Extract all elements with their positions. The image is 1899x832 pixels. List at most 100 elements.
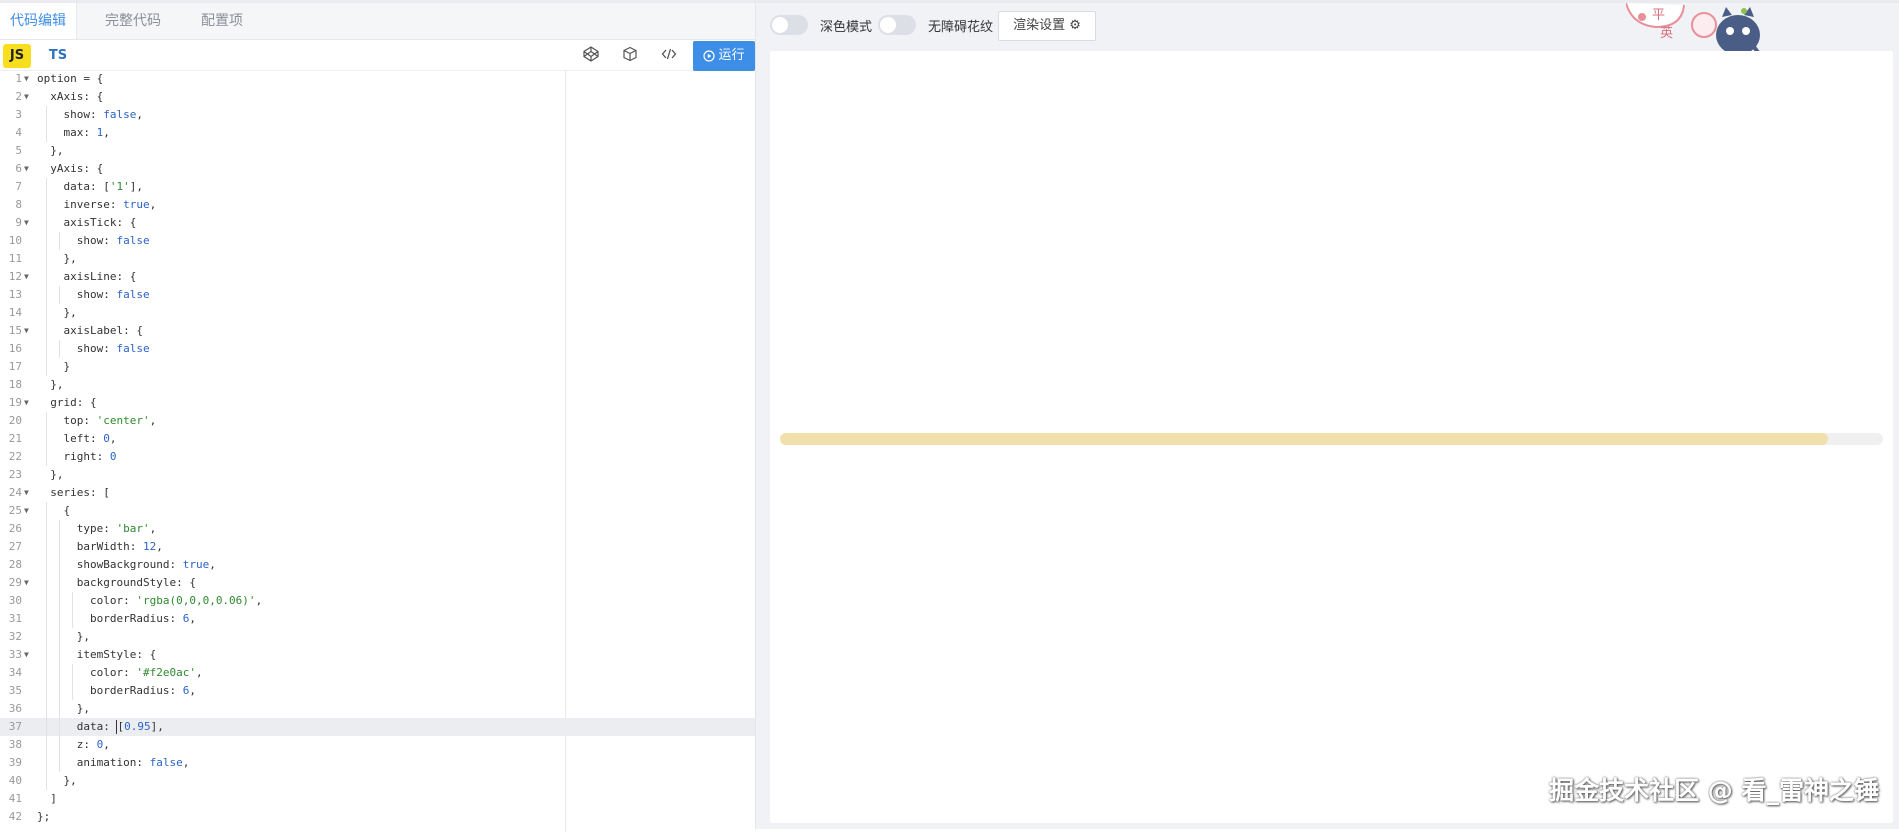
code-line[interactable]: 23 },: [0, 466, 755, 484]
code-line[interactable]: 24 ▼ series: [: [0, 484, 755, 502]
code-line[interactable]: 19 ▼ grid: {: [0, 394, 755, 412]
chart-canvas[interactable]: [770, 51, 1893, 823]
ts-language-button[interactable]: TS: [44, 44, 72, 68]
line-number: 1: [15, 72, 22, 85]
code-line[interactable]: 16 show: false: [0, 340, 755, 358]
code-text: },: [37, 252, 77, 265]
render-settings-button[interactable]: 渲染设置 ⚙: [998, 11, 1096, 41]
tab-full-code[interactable]: 完整代码: [95, 3, 171, 39]
code-text: },: [37, 702, 90, 715]
code-text: },: [37, 630, 90, 643]
code-editor[interactable]: 1 ▼ option = {2 ▼ xAxis: {3 show: false, 4 m…: [0, 70, 755, 832]
code-line[interactable]: 37 data: [0.95],: [0, 718, 755, 736]
line-number: 41: [8, 792, 22, 805]
fold-toggle-icon[interactable]: ▼: [24, 214, 29, 232]
code-line[interactable]: 39 animation: false,: [0, 754, 755, 772]
fold-toggle-icon[interactable]: ▼: [24, 70, 29, 88]
code-line[interactable]: 8 inverse: true,: [0, 196, 755, 214]
fold-toggle-icon[interactable]: ▼: [24, 322, 29, 340]
code-text: type: 'bar',: [37, 522, 157, 535]
code-line[interactable]: 3 show: false,: [0, 106, 755, 124]
editor-panel: 代码编辑 完整代码 配置项 JS TS 运行 1 ▼ option = {2 ▼ xA…: [0, 3, 756, 832]
code-line[interactable]: 36 },: [0, 700, 755, 718]
editor-toolbar: JS TS 运行: [0, 40, 755, 71]
code-line[interactable]: 15 ▼ axisLabel: {: [0, 322, 755, 340]
line-number: 31: [8, 612, 22, 625]
fold-toggle-icon[interactable]: ▼: [24, 502, 29, 520]
tab-config-options[interactable]: 配置项: [191, 3, 253, 39]
tab-code-edit[interactable]: 代码编辑: [0, 3, 77, 39]
line-number: 19: [8, 396, 22, 409]
code-text: left: 0,: [37, 432, 117, 445]
line-number: 5: [15, 144, 22, 157]
code-line[interactable]: 20 top: 'center',: [0, 412, 755, 430]
code-text: show: false,: [37, 108, 143, 121]
code-line[interactable]: 21 left: 0,: [0, 430, 755, 448]
accessibility-pattern-toggle[interactable]: [878, 15, 916, 35]
line-number: 38: [8, 738, 22, 751]
line-number: 8: [15, 198, 22, 211]
code-line[interactable]: 30 color: 'rgba(0,0,0,0.06)',: [0, 592, 755, 610]
code-line[interactable]: 25 ▼ {: [0, 502, 755, 520]
fold-toggle-icon[interactable]: ▼: [24, 268, 29, 286]
code-line[interactable]: 18 },: [0, 376, 755, 394]
code-line[interactable]: 22 right: 0: [0, 448, 755, 466]
code-line[interactable]: 12 ▼ axisLine: {: [0, 268, 755, 286]
code-line[interactable]: 4 max: 1,: [0, 124, 755, 142]
line-number: 26: [8, 522, 22, 535]
line-number: 7: [15, 180, 22, 193]
fold-toggle-icon[interactable]: ▼: [24, 160, 29, 178]
line-number: 28: [8, 558, 22, 571]
code-line[interactable]: 1 ▼ option = {: [0, 70, 755, 88]
code-line[interactable]: 13 show: false: [0, 286, 755, 304]
code-line[interactable]: 26 type: 'bar',: [0, 520, 755, 538]
code-line[interactable]: 41 ]: [0, 790, 755, 808]
line-number: 10: [8, 234, 22, 247]
code-text: axisTick: {: [37, 216, 137, 229]
code-line[interactable]: 10 show: false: [0, 232, 755, 250]
run-button-label: 运行: [718, 48, 745, 63]
code-line[interactable]: 28 showBackground: true,: [0, 556, 755, 574]
code-line[interactable]: 7 data: ['1'],: [0, 178, 755, 196]
fold-toggle-icon[interactable]: ▼: [24, 88, 29, 106]
code-line[interactable]: 14 },: [0, 304, 755, 322]
preview-panel: 深色模式 无障碍花纹 渲染设置 ⚙ 平 英 掘金技术社区 @ 看_雷神之锤: [756, 3, 1899, 829]
code-line[interactable]: 2 ▼ xAxis: {: [0, 88, 755, 106]
line-number: 40: [8, 774, 22, 787]
code-line[interactable]: 9 ▼ axisTick: {: [0, 214, 755, 232]
code-line[interactable]: 6 ▼ yAxis: {: [0, 160, 755, 178]
fold-toggle-icon[interactable]: ▼: [24, 484, 29, 502]
code-line[interactable]: 33 ▼ itemStyle: {: [0, 646, 755, 664]
line-number: 21: [8, 432, 22, 445]
line-number: 23: [8, 468, 22, 481]
code-line[interactable]: 42};: [0, 808, 755, 826]
line-number: 18: [8, 378, 22, 391]
code-line[interactable]: 11 },: [0, 250, 755, 268]
code-line[interactable]: 32 },: [0, 628, 755, 646]
code-text: data: ['1'],: [37, 180, 143, 193]
js-language-button[interactable]: JS: [3, 44, 31, 68]
bar-value: [780, 433, 1828, 445]
codesandbox-icon[interactable]: [622, 46, 644, 68]
codepen-icon[interactable]: [583, 46, 605, 68]
code-line[interactable]: 5 },: [0, 142, 755, 160]
run-button[interactable]: 运行: [693, 41, 755, 71]
fold-toggle-icon[interactable]: ▼: [24, 646, 29, 664]
code-text: show: false: [37, 234, 150, 247]
code-line[interactable]: 34 color: '#f2e0ac',: [0, 664, 755, 682]
code-line[interactable]: 35 borderRadius: 6,: [0, 682, 755, 700]
dark-mode-toggle[interactable]: [770, 15, 808, 35]
fold-toggle-icon[interactable]: ▼: [24, 574, 29, 592]
code-line[interactable]: 27 barWidth: 12,: [0, 538, 755, 556]
code-line[interactable]: 40 },: [0, 772, 755, 790]
embed-code-icon[interactable]: [661, 46, 683, 68]
code-line[interactable]: 38 z: 0,: [0, 736, 755, 754]
code-line[interactable]: 17 }: [0, 358, 755, 376]
code-text: animation: false,: [37, 756, 190, 769]
code-line[interactable]: 31 borderRadius: 6,: [0, 610, 755, 628]
fold-toggle-icon[interactable]: ▼: [24, 394, 29, 412]
line-number: 42: [8, 810, 22, 823]
line-number: 12: [8, 270, 22, 283]
line-number: 2: [15, 90, 22, 103]
code-line[interactable]: 29 ▼ backgroundStyle: {: [0, 574, 755, 592]
